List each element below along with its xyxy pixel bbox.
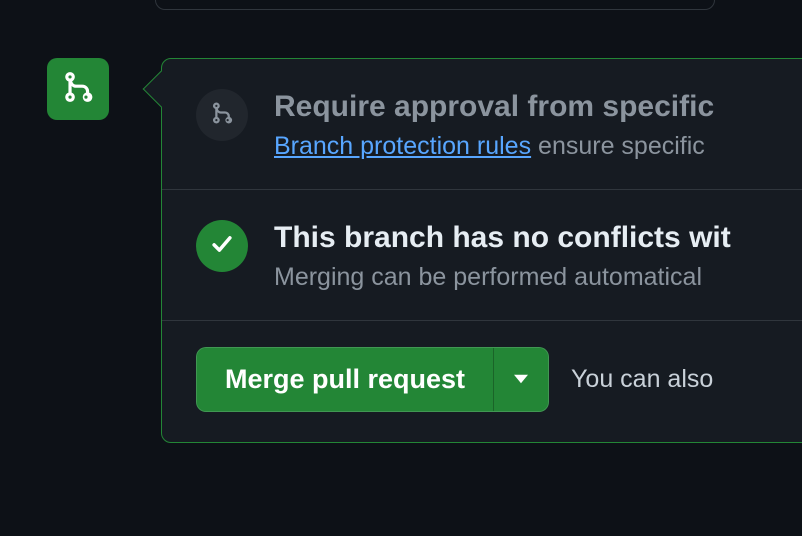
conflict-section: This branch has no conflicts wit Merging… — [162, 190, 802, 321]
conflict-subtitle: Merging can be performed automatical — [274, 263, 787, 292]
footer-aside-text: You can also — [571, 365, 713, 394]
check-icon — [208, 230, 236, 263]
caret-down-icon — [514, 372, 528, 387]
merge-options-dropdown-button[interactable] — [493, 348, 548, 411]
branch-protection-link[interactable]: Branch protection rules — [274, 132, 531, 160]
approval-title: Require approval from specific — [274, 87, 787, 126]
approval-subtitle: Branch protection rules ensure specific — [274, 132, 787, 161]
approval-sub-rest: ensure specific — [531, 132, 705, 160]
status-circle-approval — [196, 89, 248, 141]
approval-section: Require approval from specific Branch pr… — [162, 59, 802, 190]
merge-button-group: Merge pull request — [196, 347, 549, 412]
merge-footer: Merge pull request You can also — [162, 321, 802, 442]
merge-status-badge — [47, 58, 109, 120]
git-merge-icon — [210, 101, 234, 130]
merge-panel: Require approval from specific Branch pr… — [161, 58, 802, 443]
previous-card-edge — [155, 0, 715, 10]
git-merge-icon — [61, 70, 95, 109]
status-circle-success — [196, 220, 248, 272]
conflict-title: This branch has no conflicts wit — [274, 218, 787, 257]
merge-pull-request-button[interactable]: Merge pull request — [197, 348, 493, 411]
